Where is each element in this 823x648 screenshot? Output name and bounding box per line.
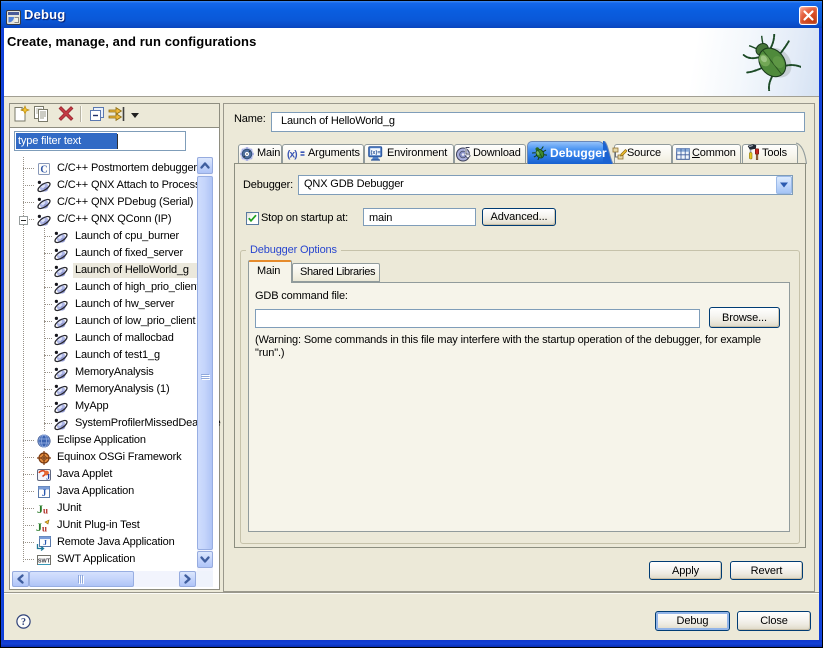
svg-text:(x): (x) (287, 150, 297, 161)
svg-text:J: J (43, 538, 47, 547)
svg-text:(x)=: (x)= (371, 150, 381, 156)
svg-text:C: C (40, 164, 47, 175)
svg-text:SWT: SWT (38, 558, 51, 564)
svg-text:u: u (42, 523, 47, 533)
svg-text:?: ? (21, 617, 26, 628)
svg-text:J: J (46, 472, 50, 481)
svg-text:J: J (42, 488, 47, 498)
svg-text:u: u (43, 505, 48, 515)
